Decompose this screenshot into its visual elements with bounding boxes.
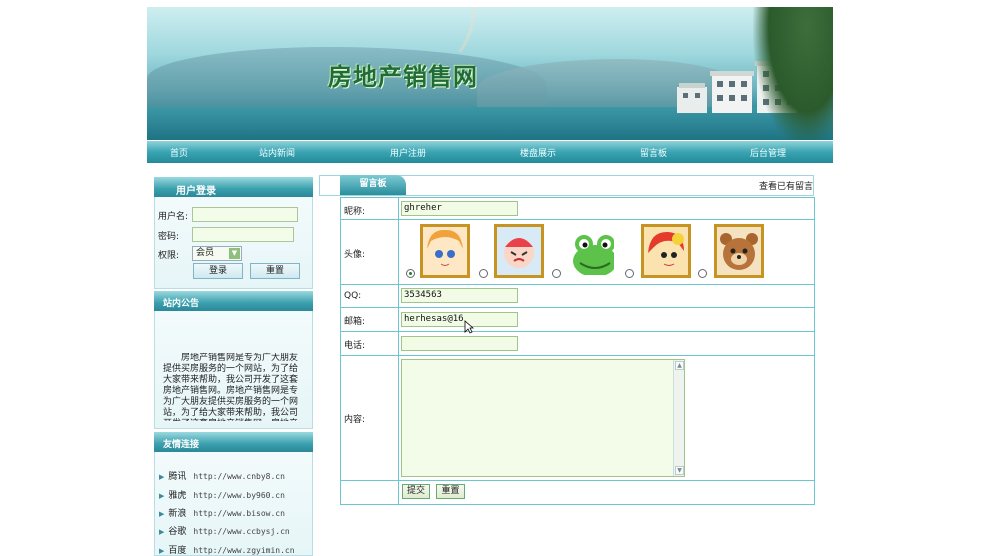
link-name[interactable]: 百度 (168, 546, 186, 556)
link-item[interactable]: ▶ 谷歌 http://www.ccbysj.cn (159, 524, 290, 537)
nickname-input[interactable]: ghreher (401, 201, 518, 216)
site-title: 房地产销售网 (328, 62, 478, 91)
nav-item-guestbook[interactable]: 留言板 (640, 146, 667, 159)
form-divider (340, 331, 815, 332)
notice-panel-title: 站内公告 (154, 291, 313, 311)
link-item[interactable]: ▶ 雅虎 http://www.by960.cn (159, 488, 285, 501)
link-item[interactable]: ▶ 腾讯 http://www.cnby8.cn (159, 469, 285, 482)
triangle-bullet-icon: ▶ (159, 547, 165, 555)
login-panel-title: 用户登录 (154, 177, 313, 197)
link-name[interactable]: 雅虎 (168, 491, 186, 501)
link-url[interactable]: http://www.cnby8.cn (193, 472, 285, 481)
role-label: 权限: (158, 251, 180, 261)
link-item[interactable]: ▶ 新浪 http://www.bisow.cn (159, 506, 285, 519)
red-hair-avatar-icon[interactable] (641, 224, 691, 278)
link-url[interactable]: http://www.bisow.cn (193, 509, 285, 518)
triangle-bullet-icon: ▶ (159, 510, 165, 518)
username-input[interactable] (192, 207, 298, 222)
form-reset-button[interactable]: 重置 (436, 484, 465, 499)
avatar-radio-4[interactable] (625, 269, 634, 278)
scroll-down-arrow-icon[interactable]: ▼ (675, 466, 684, 475)
password-input[interactable] (192, 227, 294, 242)
nav-item-home[interactable]: 首页 (170, 146, 188, 159)
avatar-radio-5[interactable] (698, 269, 707, 278)
qq-label: QQ: (344, 291, 362, 301)
link-item[interactable]: ▶ 百度 http://www.zgyimin.cn (159, 543, 295, 556)
login-reset-button[interactable]: 重置 (250, 263, 300, 279)
link-url[interactable]: http://www.by960.cn (193, 491, 285, 500)
link-name[interactable]: 谷歌 (168, 527, 186, 537)
girl-avatar-icon[interactable] (420, 224, 470, 278)
form-divider (340, 480, 815, 481)
textarea-scrollbar[interactable]: ▲ ▼ (673, 360, 684, 476)
form-divider (340, 219, 815, 220)
avatar-radio-2[interactable] (479, 269, 488, 278)
phone-label: 电话: (344, 341, 366, 351)
role-select[interactable]: 会员 ▼ (192, 246, 242, 261)
triangle-bullet-icon: ▶ (159, 528, 165, 536)
submit-button[interactable]: 提交 (402, 484, 430, 499)
avatar-radio-1[interactable] (406, 269, 415, 278)
login-button[interactable]: 登录 (193, 263, 243, 279)
scroll-up-arrow-icon[interactable]: ▲ (675, 361, 684, 370)
password-label: 密码: (158, 232, 180, 242)
form-divider (340, 355, 815, 356)
frog-avatar-icon[interactable] (567, 224, 617, 278)
site-banner: 房地产销售网 (147, 7, 833, 140)
chevron-down-icon: ▼ (229, 248, 240, 259)
form-divider (398, 197, 399, 505)
notice-text: 房地产销售网是专为广大朋友提供买房服务的一个网站，为了给大家带来帮助，我公司开发… (163, 353, 299, 421)
nav-item-news[interactable]: 站内新闻 (259, 146, 295, 159)
link-url[interactable]: http://www.zgyimin.cn (193, 546, 294, 555)
nickname-label: 昵称: (344, 207, 366, 217)
form-divider (340, 284, 815, 285)
links-panel (154, 452, 313, 556)
content-textarea[interactable]: ▲ ▼ (401, 359, 685, 477)
qq-input[interactable]: 3534563 (401, 288, 518, 303)
username-label: 用户名: (158, 212, 189, 222)
link-name[interactable]: 腾讯 (168, 472, 186, 482)
phone-input[interactable] (401, 336, 518, 351)
links-panel-title: 友情连接 (154, 432, 313, 452)
role-select-value: 会员 (196, 248, 215, 258)
link-url[interactable]: http://www.ccbysj.cn (193, 527, 289, 536)
avatar-radio-3[interactable] (552, 269, 561, 278)
triangle-bullet-icon: ▶ (159, 492, 165, 500)
email-input[interactable]: herhesas@16 (401, 312, 518, 327)
guestbook-tab: 留言板 (340, 175, 406, 195)
bear-avatar-icon[interactable] (714, 224, 764, 278)
content-label: 内容: (344, 415, 366, 425)
avatar-label: 头像: (344, 250, 366, 260)
nav-item-register[interactable]: 用户注册 (390, 146, 426, 159)
view-messages-link[interactable]: 查看已有留言 (759, 179, 813, 192)
tree-decoration (753, 7, 833, 140)
triangle-bullet-icon: ▶ (159, 473, 165, 481)
nav-item-admin[interactable]: 后台管理 (750, 146, 786, 159)
email-label: 邮箱: (344, 317, 366, 327)
nav-item-properties[interactable]: 楼盘展示 (520, 146, 556, 159)
link-name[interactable]: 新浪 (168, 509, 186, 519)
mouse-cursor-icon (464, 320, 474, 334)
form-divider (340, 307, 815, 308)
main-nav: 首页 站内新闻 用户注册 楼盘展示 留言板 后台管理 (147, 141, 833, 163)
crying-baby-avatar-icon[interactable] (494, 224, 544, 278)
